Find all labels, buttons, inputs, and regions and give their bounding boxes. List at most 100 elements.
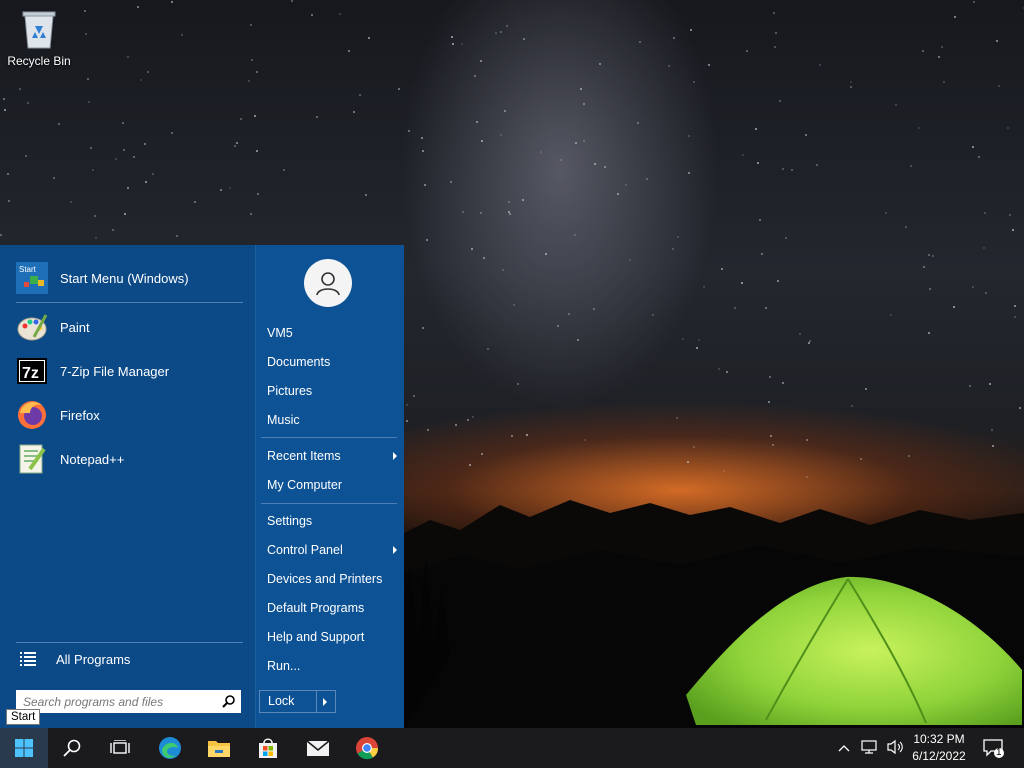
search-icon[interactable] bbox=[222, 695, 235, 711]
link-devices-printers[interactable]: Devices and Printers bbox=[267, 569, 400, 589]
link-my-computer[interactable]: My Computer bbox=[267, 475, 400, 495]
program-paint[interactable]: Paint bbox=[16, 309, 90, 345]
link-pictures[interactable]: Pictures bbox=[267, 381, 400, 401]
star bbox=[251, 58, 254, 61]
star bbox=[176, 234, 179, 237]
star bbox=[522, 37, 525, 40]
task-view-button[interactable] bbox=[96, 728, 144, 768]
taskbar-clock[interactable]: 10:32 PM 6/12/2022 bbox=[906, 731, 972, 765]
show-hidden-icons-icon[interactable] bbox=[838, 741, 850, 755]
paint-icon bbox=[16, 311, 48, 343]
star bbox=[171, 132, 174, 135]
star bbox=[687, 134, 690, 137]
star bbox=[420, 136, 423, 139]
separator bbox=[261, 437, 397, 438]
star bbox=[583, 140, 586, 143]
star bbox=[545, 253, 548, 256]
link-documents[interactable]: Documents bbox=[267, 352, 400, 372]
star bbox=[768, 375, 771, 378]
star bbox=[696, 346, 699, 349]
star bbox=[931, 254, 934, 257]
star bbox=[451, 42, 454, 45]
program-7zip[interactable]: 7z 7-Zip File Manager bbox=[16, 353, 169, 389]
program-notepadpp[interactable]: Notepad++ bbox=[16, 441, 124, 477]
star bbox=[480, 211, 483, 214]
link-control-panel[interactable]: Control Panel bbox=[267, 540, 400, 560]
star bbox=[499, 134, 502, 137]
all-programs-button[interactable]: All Programs bbox=[16, 643, 130, 675]
star bbox=[193, 201, 196, 204]
taskbar-edge[interactable] bbox=[146, 728, 194, 768]
taskbar-mail[interactable] bbox=[294, 728, 342, 768]
star bbox=[978, 155, 981, 158]
taskbar-file-explorer[interactable] bbox=[195, 728, 243, 768]
star bbox=[772, 11, 775, 14]
star bbox=[52, 177, 55, 180]
glowing-tent bbox=[686, 576, 1022, 725]
link-run[interactable]: Run... bbox=[267, 656, 400, 676]
program-firefox[interactable]: Firefox bbox=[16, 397, 100, 433]
start-tooltip: Start bbox=[6, 709, 41, 725]
star bbox=[353, 111, 356, 114]
lock-options-dropdown[interactable] bbox=[316, 691, 335, 712]
taskbar-store[interactable] bbox=[244, 728, 292, 768]
star bbox=[121, 121, 124, 124]
control-panel-label: Control Panel bbox=[267, 543, 343, 557]
search-input[interactable]: Search programs and files bbox=[16, 690, 241, 713]
star bbox=[921, 50, 924, 53]
star bbox=[629, 259, 631, 262]
star bbox=[720, 268, 723, 271]
recent-items-label: Recent Items bbox=[267, 449, 341, 463]
star bbox=[884, 211, 887, 214]
system-tray bbox=[838, 728, 904, 768]
link-help-support[interactable]: Help and Support bbox=[267, 627, 400, 647]
volume-icon[interactable] bbox=[886, 739, 904, 758]
star bbox=[505, 24, 508, 27]
link-user-folder[interactable]: VM5 bbox=[267, 323, 400, 343]
star bbox=[83, 10, 86, 13]
star bbox=[556, 324, 559, 327]
desktop-icon-recycle-bin[interactable]: Recycle Bin bbox=[6, 8, 72, 68]
star bbox=[7, 172, 10, 175]
star bbox=[471, 247, 474, 250]
star bbox=[24, 155, 27, 158]
star bbox=[91, 169, 94, 172]
task-view-icon bbox=[110, 740, 130, 754]
star bbox=[406, 419, 409, 422]
link-settings[interactable]: Settings bbox=[267, 511, 400, 531]
star bbox=[583, 103, 586, 106]
star bbox=[785, 236, 788, 239]
star bbox=[905, 225, 908, 228]
star bbox=[256, 192, 259, 195]
star bbox=[668, 65, 671, 68]
star bbox=[865, 387, 868, 390]
taskbar-chrome[interactable] bbox=[343, 728, 391, 768]
star bbox=[652, 314, 655, 317]
star bbox=[860, 457, 863, 460]
notification-center-button[interactable]: 1 bbox=[972, 728, 1016, 768]
lock-button[interactable]: Lock bbox=[259, 690, 336, 713]
star bbox=[143, 142, 146, 145]
star bbox=[407, 130, 410, 133]
pinned-start-menu-windows[interactable]: Start Start Menu (Windows) bbox=[16, 260, 189, 296]
start-button[interactable] bbox=[0, 728, 48, 768]
star bbox=[469, 464, 472, 467]
star bbox=[454, 423, 457, 426]
star bbox=[781, 168, 784, 171]
star bbox=[7, 200, 10, 203]
link-music[interactable]: Music bbox=[267, 410, 400, 430]
user-avatar[interactable] bbox=[304, 259, 352, 307]
star bbox=[850, 80, 853, 83]
taskbar-search-button[interactable] bbox=[48, 728, 96, 768]
star bbox=[722, 469, 725, 472]
star bbox=[929, 287, 932, 290]
link-default-programs[interactable]: Default Programs bbox=[267, 598, 400, 618]
star bbox=[806, 439, 809, 442]
star bbox=[94, 237, 97, 240]
link-recent-items[interactable]: Recent Items bbox=[267, 446, 400, 466]
network-icon[interactable] bbox=[860, 739, 878, 758]
star bbox=[525, 434, 528, 437]
star bbox=[968, 385, 971, 388]
star bbox=[593, 308, 596, 311]
star bbox=[756, 162, 759, 165]
